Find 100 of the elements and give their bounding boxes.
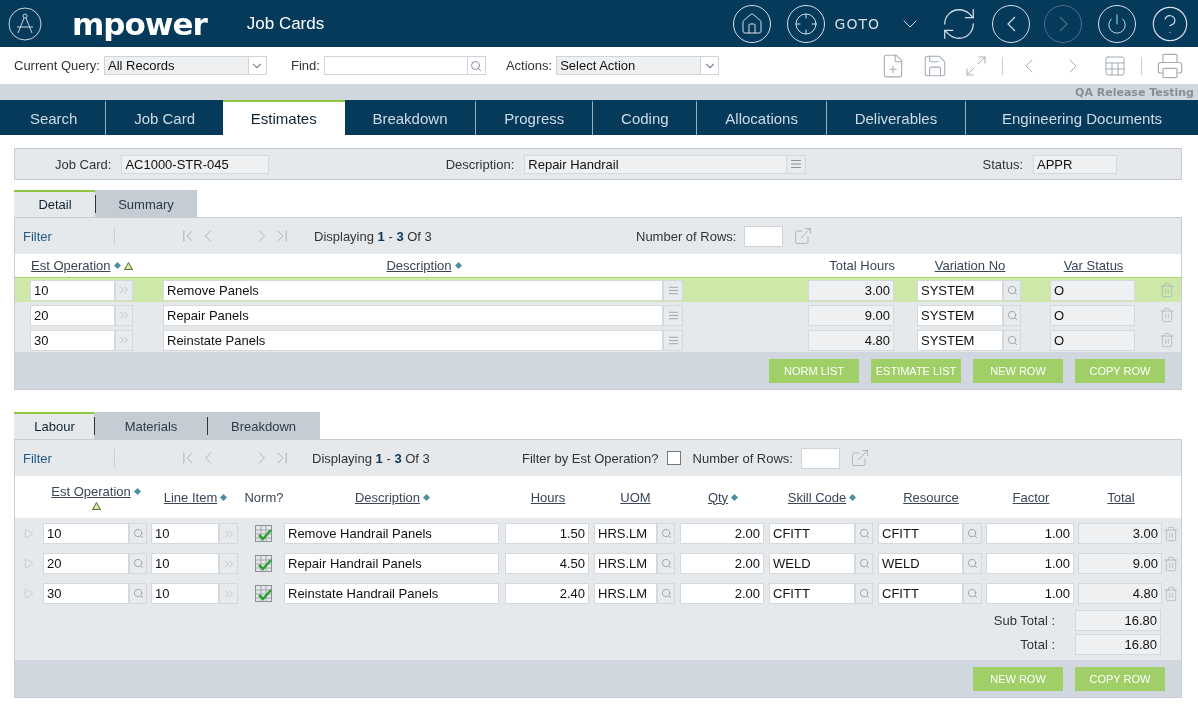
description-field[interactable]: Repair Handrail	[524, 154, 807, 174]
column-header[interactable]: Line Item	[163, 489, 218, 505]
column-header[interactable]: Skill Code	[787, 489, 847, 505]
column-header[interactable]: Est Operation	[51, 484, 131, 499]
description-field[interactable]: Repair Handrail Panels	[284, 553, 499, 574]
column-header[interactable]: Description	[386, 258, 452, 273]
sort-diamond-icon[interactable]	[423, 493, 430, 501]
sort-ascending-icon[interactable]	[91, 502, 101, 510]
search-icon[interactable]	[858, 588, 870, 599]
search-icon[interactable]	[132, 528, 144, 539]
checked-table-icon[interactable]	[254, 585, 272, 602]
sort-diamond-icon[interactable]	[454, 262, 462, 269]
variation-field[interactable]: SYSTEM	[917, 329, 1003, 351]
tab[interactable]: Materials	[94, 412, 208, 439]
search-icon[interactable]	[858, 528, 870, 539]
estimate-row[interactable]: 30 Reinstate Panels 4.80 SYSTEM O	[15, 327, 1181, 352]
rows-input-field[interactable]	[744, 225, 784, 247]
sort-ascending-icon[interactable]	[123, 261, 133, 270]
search-icon[interactable]	[967, 558, 978, 569]
filter-link[interactable]: Filter	[23, 228, 100, 244]
nav-tab[interactable]: Job Card	[105, 100, 223, 135]
variation-field[interactable]: SYSTEM	[917, 279, 1003, 301]
hours-field[interactable]: 1.50	[505, 523, 589, 544]
filter-link[interactable]: Filter	[23, 450, 100, 466]
expand-icon[interactable]	[964, 53, 988, 78]
sort-diamond-icon[interactable]	[731, 493, 739, 501]
sort-diamond-icon[interactable]	[220, 493, 228, 501]
actions-select[interactable]: Select Action	[556, 56, 720, 75]
goto-label[interactable]: GOTO	[834, 15, 880, 32]
nav-tab[interactable]: Breakdown	[344, 100, 476, 135]
nav-tab[interactable]: Deliverables	[825, 100, 966, 135]
readonly-field[interactable]: AC1000-STR-045	[121, 154, 270, 174]
filter-checkbox[interactable]	[666, 451, 681, 465]
rows-input-field[interactable]	[801, 447, 840, 469]
nav-tab[interactable]: Allocations	[696, 100, 826, 135]
search-icon[interactable]	[660, 558, 672, 569]
column-header[interactable]: Description	[355, 489, 420, 505]
print-icon[interactable]	[1156, 51, 1184, 80]
skill-code-field[interactable]: CFITT	[769, 583, 855, 604]
operation-field[interactable]: 10	[43, 523, 129, 544]
line-item-field[interactable]: 10	[151, 553, 219, 574]
hours-field[interactable]: 4.50	[505, 553, 589, 574]
column-header[interactable]: UOM	[620, 489, 651, 505]
delete-icon[interactable]	[1163, 585, 1179, 602]
expand-arrow-icon[interactable]	[22, 528, 34, 539]
resource-field[interactable]: WELD	[878, 553, 963, 574]
skill-code-field[interactable]: CFITT	[769, 523, 855, 544]
variation-field[interactable]: SYSTEM	[917, 304, 1003, 326]
checked-table-icon[interactable]	[254, 525, 272, 542]
qty-field[interactable]: 2.00	[680, 523, 764, 544]
description-field[interactable]: Remove Handrail Panels	[284, 523, 499, 544]
column-header[interactable]: Est Operation	[31, 258, 111, 273]
operation-field[interactable]: 30	[43, 583, 129, 604]
tab[interactable]: Breakdown	[207, 412, 320, 439]
column-header[interactable]: Qty	[707, 489, 729, 505]
description-field[interactable]: Remove Panels	[163, 279, 663, 301]
factor-field[interactable]: 1.00	[986, 583, 1074, 604]
nav-tab[interactable]: Progress	[475, 100, 593, 135]
find-field[interactable]	[323, 56, 486, 75]
uom-field[interactable]: HRS.LM	[594, 583, 657, 604]
column-header[interactable]: Resource	[903, 489, 959, 505]
column-header[interactable]: Var Status	[1063, 258, 1124, 273]
uom-field[interactable]: HRS.LM	[594, 553, 657, 574]
factor-field[interactable]: 1.00	[986, 523, 1074, 544]
operation-field[interactable]: 10	[30, 279, 115, 301]
tab[interactable]: Labour	[14, 412, 95, 439]
search-icon[interactable]	[1006, 309, 1018, 321]
description-field[interactable]: Reinstate Panels	[163, 329, 663, 351]
hours-field[interactable]: 2.40	[505, 583, 589, 604]
search-icon[interactable]	[967, 588, 978, 599]
search-icon[interactable]	[660, 528, 672, 539]
nav-tab[interactable]: Engineering Documents	[965, 100, 1198, 135]
expand-arrow-icon[interactable]	[22, 588, 34, 599]
checked-table-icon[interactable]	[254, 555, 272, 572]
search-icon[interactable]	[132, 558, 144, 569]
sort-diamond-icon[interactable]	[113, 262, 121, 269]
search-icon[interactable]	[660, 588, 672, 599]
qty-field[interactable]: 2.00	[680, 553, 764, 574]
search-icon[interactable]	[1006, 334, 1018, 346]
search-icon[interactable]	[858, 558, 870, 569]
column-header[interactable]: Factor	[1012, 489, 1050, 505]
search-icon[interactable]	[470, 59, 483, 72]
delete-icon[interactable]	[1159, 282, 1175, 298]
operation-field[interactable]: 20	[43, 553, 129, 574]
tab[interactable]: Summary	[95, 190, 197, 217]
description-field[interactable]: Repair Panels	[163, 304, 663, 326]
estimate-row[interactable]: 20 Repair Panels 9.00 SYSTEM O	[15, 302, 1181, 327]
operation-field[interactable]: 20	[30, 304, 115, 326]
skill-code-field[interactable]: WELD	[769, 553, 855, 574]
column-header[interactable]: Total	[1107, 489, 1135, 505]
operation-field[interactable]: 30	[30, 329, 115, 351]
nav-tab[interactable]: Estimates	[222, 100, 345, 135]
factor-field[interactable]: 1.00	[986, 553, 1074, 574]
description-field[interactable]: Reinstate Handrail Panels	[284, 583, 499, 604]
sort-diamond-icon[interactable]	[849, 493, 857, 501]
nav-tab[interactable]: Coding	[592, 100, 697, 135]
search-icon[interactable]	[967, 528, 978, 539]
notes-icon[interactable]	[667, 334, 679, 346]
column-header[interactable]: Variation No	[934, 258, 1006, 273]
popout-icon[interactable]	[793, 226, 814, 246]
